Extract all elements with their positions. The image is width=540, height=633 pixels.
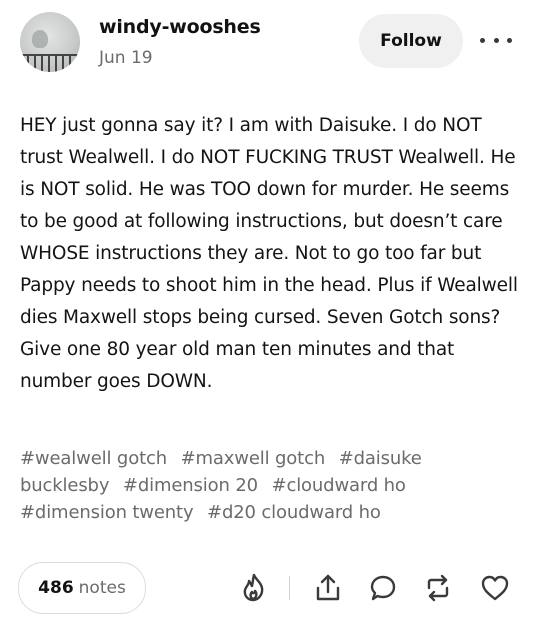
tag-link[interactable]: #maxwell gotch [181, 448, 326, 469]
reply-icon[interactable] [366, 571, 400, 605]
tag-link[interactable]: #wealwell gotch [20, 448, 167, 469]
follow-button[interactable]: Follow [359, 14, 463, 68]
post-card: windy-wooshes Jun 19 Follow HEY just gon… [0, 0, 540, 633]
post-body: HEY just gonna say it? I am with Daisuke… [20, 115, 518, 392]
tag-link[interactable]: #dimension 20 [123, 475, 258, 496]
tag-link[interactable]: #d20 cloudward ho [207, 502, 381, 523]
avatar[interactable] [20, 12, 80, 72]
notes-count: 486 [38, 578, 74, 598]
username[interactable]: windy-wooshes [99, 16, 261, 38]
notes-button[interactable]: 486 notes [18, 562, 146, 614]
action-divider [289, 576, 290, 600]
blaze-icon[interactable] [237, 571, 271, 605]
notes-label: notes [78, 578, 126, 598]
post-date[interactable]: Jun 19 [99, 48, 153, 68]
tag-link[interactable]: #cloudward ho [272, 475, 406, 496]
tag-link[interactable]: #dimension twenty [20, 502, 194, 523]
reblog-icon[interactable] [421, 571, 455, 605]
share-icon[interactable] [311, 571, 345, 605]
tag-list: #wealwell gotch #maxwell gotch #daisuke … [20, 445, 520, 526]
avatar-tree [32, 30, 48, 48]
more-options-icon[interactable] [480, 30, 512, 50]
like-icon[interactable] [478, 571, 512, 605]
avatar-fence [20, 54, 80, 72]
